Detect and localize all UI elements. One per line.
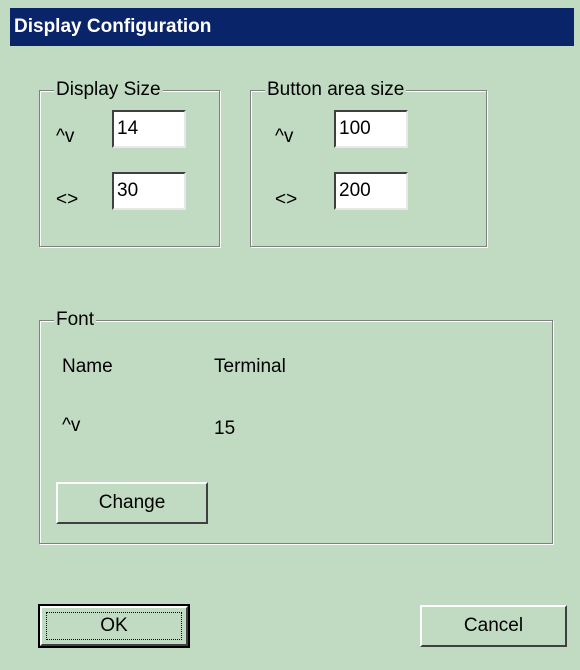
title-bar[interactable]: Display Configuration [10, 8, 574, 46]
button-area-vertical-label: ^v [275, 126, 294, 147]
change-font-label: Change [98, 492, 166, 513]
ok-label: OK [100, 615, 128, 636]
font-legend: Font [54, 309, 97, 331]
display-horizontal-input[interactable] [112, 172, 186, 210]
button-area-horizontal-input[interactable] [334, 172, 408, 210]
font-size-label: ^v [62, 415, 81, 436]
cancel-button[interactable]: Cancel [420, 605, 567, 647]
cancel-label: Cancel [463, 615, 524, 636]
font-size-value: 15 [214, 418, 236, 439]
change-font-button[interactable]: Change [56, 482, 208, 524]
display-vertical-input[interactable] [112, 110, 186, 148]
display-vertical-label: ^v [56, 126, 75, 147]
font-name-label: Name [62, 356, 113, 377]
button-area-legend: Button area size [265, 79, 407, 101]
display-size-legend: Display Size [54, 79, 163, 101]
ok-button[interactable]: OK [38, 604, 190, 648]
dialog-window: Display Configuration Display Size ^v <>… [10, 8, 574, 668]
font-name-value: Terminal [214, 356, 286, 377]
window-title: Display Configuration [14, 16, 212, 37]
button-area-horizontal-label: <> [275, 189, 298, 210]
display-horizontal-label: <> [56, 189, 79, 210]
button-area-vertical-input[interactable] [334, 110, 408, 148]
